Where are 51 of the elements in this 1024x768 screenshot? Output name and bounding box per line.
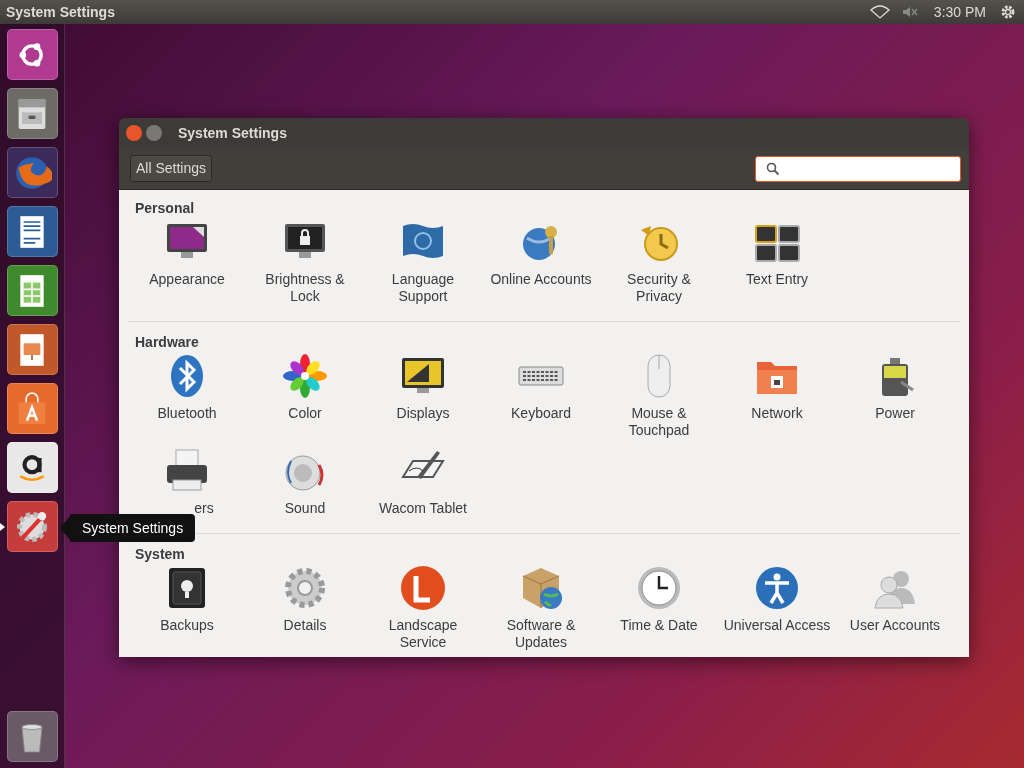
- settings-item-label[interactable]: Brightness & Lock: [249, 271, 361, 305]
- search-field[interactable]: [755, 155, 961, 182]
- search-icon: [766, 161, 780, 176]
- settings-item-label[interactable]: ers: [131, 500, 243, 517]
- settings-item-label[interactable]: Software & Updates: [485, 617, 597, 651]
- launcher-button[interactable]: [6, 501, 58, 552]
- settings-item-label[interactable]: Online Accounts: [485, 271, 597, 288]
- settings-item-label[interactable]: User Accounts: [839, 617, 951, 634]
- launcher-button[interactable]: [6, 324, 58, 375]
- section-heading: System: [134, 546, 186, 562]
- flower-icon[interactable]: [281, 352, 329, 400]
- launcher-button[interactable]: [6, 383, 58, 434]
- section-heading: Personal: [134, 200, 196, 216]
- launcher-button[interactable]: [6, 265, 58, 316]
- wifi-icon[interactable]: [869, 5, 890, 19]
- settings-item-label[interactable]: Network: [721, 405, 833, 422]
- settings-item-label[interactable]: Universal Access: [721, 617, 833, 634]
- section-heading: Hardware: [134, 334, 200, 350]
- gear-icon[interactable]: [1000, 4, 1016, 20]
- settings-item-label[interactable]: Wacom Tablet: [367, 500, 479, 517]
- app-title: System Settings: [6, 2, 115, 22]
- person-icon[interactable]: [753, 564, 801, 612]
- all-settings-button[interactable]: All Settings: [130, 155, 213, 182]
- settings-item-label[interactable]: Bluetooth: [131, 405, 243, 422]
- settings-item-label[interactable]: Power: [839, 405, 951, 422]
- launcher-button[interactable]: [6, 206, 58, 257]
- minimize-button[interactable]: [146, 125, 162, 141]
- settings-item-label[interactable]: Security & Privacy: [603, 271, 715, 305]
- settings-item-label[interactable]: Time & Date: [603, 617, 715, 634]
- speaker-muted-icon[interactable]: [901, 6, 918, 18]
- settings-item-label[interactable]: Keyboard: [485, 405, 597, 422]
- settings-item-label[interactable]: Color: [249, 405, 361, 422]
- settings-item-label[interactable]: Displays: [367, 405, 479, 422]
- settings-item-label[interactable]: Mouse & Touchpad: [603, 405, 715, 439]
- clock[interactable]: 3:30 PM: [933, 1, 986, 23]
- tooltip: System Settings: [60, 514, 196, 542]
- launcher-button[interactable]: [6, 29, 58, 80]
- launcher-button[interactable]: [6, 88, 58, 139]
- settings-item-label[interactable]: Landscape Service: [367, 617, 479, 651]
- settings-item-label[interactable]: Text Entry: [721, 271, 833, 288]
- settings-item-label[interactable]: Sound: [249, 500, 361, 517]
- settings-item-label[interactable]: Appearance: [131, 271, 243, 288]
- launcher-button[interactable]: [6, 711, 58, 762]
- window-title: System Settings: [178, 123, 287, 143]
- launcher-button[interactable]: [6, 442, 58, 493]
- settings-item-label[interactable]: Details: [249, 617, 361, 634]
- settings-item-label[interactable]: Language Support: [367, 271, 479, 305]
- close-button[interactable]: [126, 125, 142, 141]
- circle-logo-icon[interactable]: [399, 564, 447, 612]
- settings-item-label[interactable]: Backups: [131, 617, 243, 634]
- clock-icon[interactable]: [635, 564, 683, 612]
